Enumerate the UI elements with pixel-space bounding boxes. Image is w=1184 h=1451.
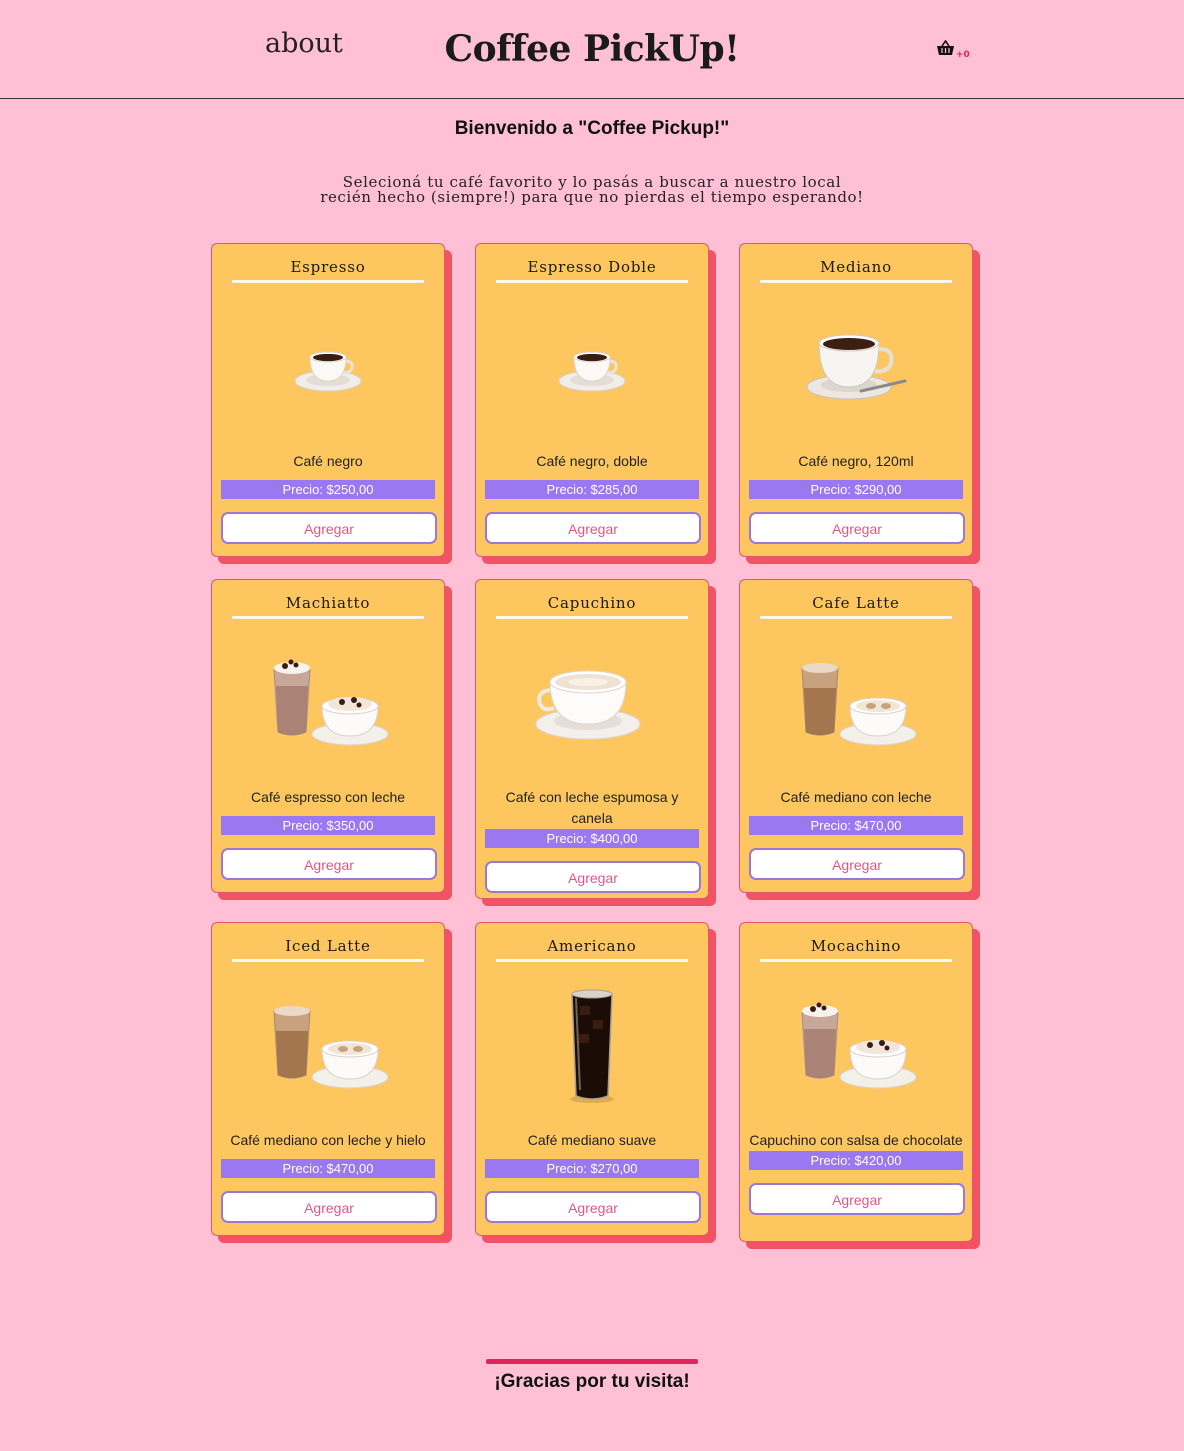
product-description: Café negro, doble xyxy=(536,453,648,469)
product-title: Americano xyxy=(547,937,637,955)
product-image xyxy=(476,962,708,1130)
intro-line-2: recién hecho (siempre!) para que no pier… xyxy=(320,188,864,206)
site-footer: ¡Gracias por tu visita! xyxy=(0,1359,1184,1393)
product-title: Cafe Latte xyxy=(812,594,900,612)
footer-thanks: ¡Gracias por tu visita! xyxy=(494,1371,690,1392)
cart-button[interactable]: +0 xyxy=(936,39,970,60)
cart-count: +0 xyxy=(956,50,970,60)
brand-title[interactable]: Coffee PickUp! xyxy=(0,28,1184,70)
product-price: Precio: $250,00 xyxy=(221,480,435,499)
product-price: Precio: $470,00 xyxy=(221,1159,435,1178)
product-card: Espresso Café negro Precio: $250,00 Agre… xyxy=(211,243,445,557)
product-card: Mocachino Capuchino con salsa de chocola… xyxy=(739,922,973,1242)
product-title: Machiatto xyxy=(285,594,371,612)
add-to-cart-button[interactable]: Agregar xyxy=(221,512,437,544)
add-to-cart-button[interactable]: Agregar xyxy=(749,512,965,544)
product-image xyxy=(212,283,444,451)
product-card: Iced Latte Café mediano con leche y hiel… xyxy=(211,922,445,1236)
product-title: Capuchino xyxy=(547,594,637,612)
add-to-cart-button[interactable]: Agregar xyxy=(485,1191,701,1223)
product-image xyxy=(212,619,444,787)
product-description: Café negro xyxy=(293,453,363,469)
add-to-cart-button[interactable]: Agregar xyxy=(485,512,701,544)
product-card: Espresso Doble Café negro, doble Precio:… xyxy=(475,243,709,557)
add-to-cart-button[interactable]: Agregar xyxy=(749,848,965,880)
product-description: Café mediano suave xyxy=(527,1132,657,1148)
product-title: Mocachino xyxy=(810,937,902,955)
product-description: Capuchino con salsa de chocolate xyxy=(749,1132,963,1148)
product-card: Machiatto Café espresso con leche Precio… xyxy=(211,579,445,893)
product-description: Café con leche espumosa y canela xyxy=(505,789,679,826)
product-title: Espresso Doble xyxy=(527,258,657,276)
product-price: Precio: $470,00 xyxy=(749,816,963,835)
add-to-cart-button[interactable]: Agregar xyxy=(221,848,437,880)
product-price: Precio: $270,00 xyxy=(485,1159,699,1178)
product-title: Mediano xyxy=(820,258,892,276)
footer-accent-bar xyxy=(486,1359,698,1364)
product-price: Precio: $400,00 xyxy=(485,829,699,848)
intro-text: Selecioná tu café favorito y lo pasás a … xyxy=(0,175,1184,205)
add-to-cart-button[interactable]: Agregar xyxy=(749,1183,965,1215)
basket-icon xyxy=(936,39,955,60)
product-description: Café negro, 120ml xyxy=(798,453,914,469)
product-title: Iced Latte xyxy=(285,937,371,955)
product-price: Precio: $420,00 xyxy=(749,1151,963,1170)
product-image xyxy=(740,619,972,787)
add-to-cart-button[interactable]: Agregar xyxy=(485,861,701,893)
product-description: Café mediano con leche xyxy=(780,789,932,805)
product-card: Capuchino Café con leche espumosa y cane… xyxy=(475,579,709,899)
product-image xyxy=(476,283,708,451)
product-title: Espresso xyxy=(290,258,366,276)
product-price: Precio: $285,00 xyxy=(485,480,699,499)
product-image xyxy=(476,619,708,787)
welcome-heading: Bienvenido a "Coffee Pickup!" xyxy=(454,118,730,139)
product-image xyxy=(740,962,972,1130)
product-description: Café espresso con leche xyxy=(250,789,406,805)
product-description: Café mediano con leche y hielo xyxy=(230,1132,426,1148)
product-card: Americano Café mediano suave Precio: $27… xyxy=(475,922,709,1236)
product-image xyxy=(740,283,972,451)
product-card: Cafe Latte Café mediano con leche Precio… xyxy=(739,579,973,893)
product-price: Precio: $290,00 xyxy=(749,480,963,499)
product-card: Mediano Café negro, 120ml Precio: $290,0… xyxy=(739,243,973,557)
site-header: about Coffee PickUp! +0 xyxy=(0,0,1184,99)
product-price: Precio: $350,00 xyxy=(221,816,435,835)
add-to-cart-button[interactable]: Agregar xyxy=(221,1191,437,1223)
product-image xyxy=(212,962,444,1130)
